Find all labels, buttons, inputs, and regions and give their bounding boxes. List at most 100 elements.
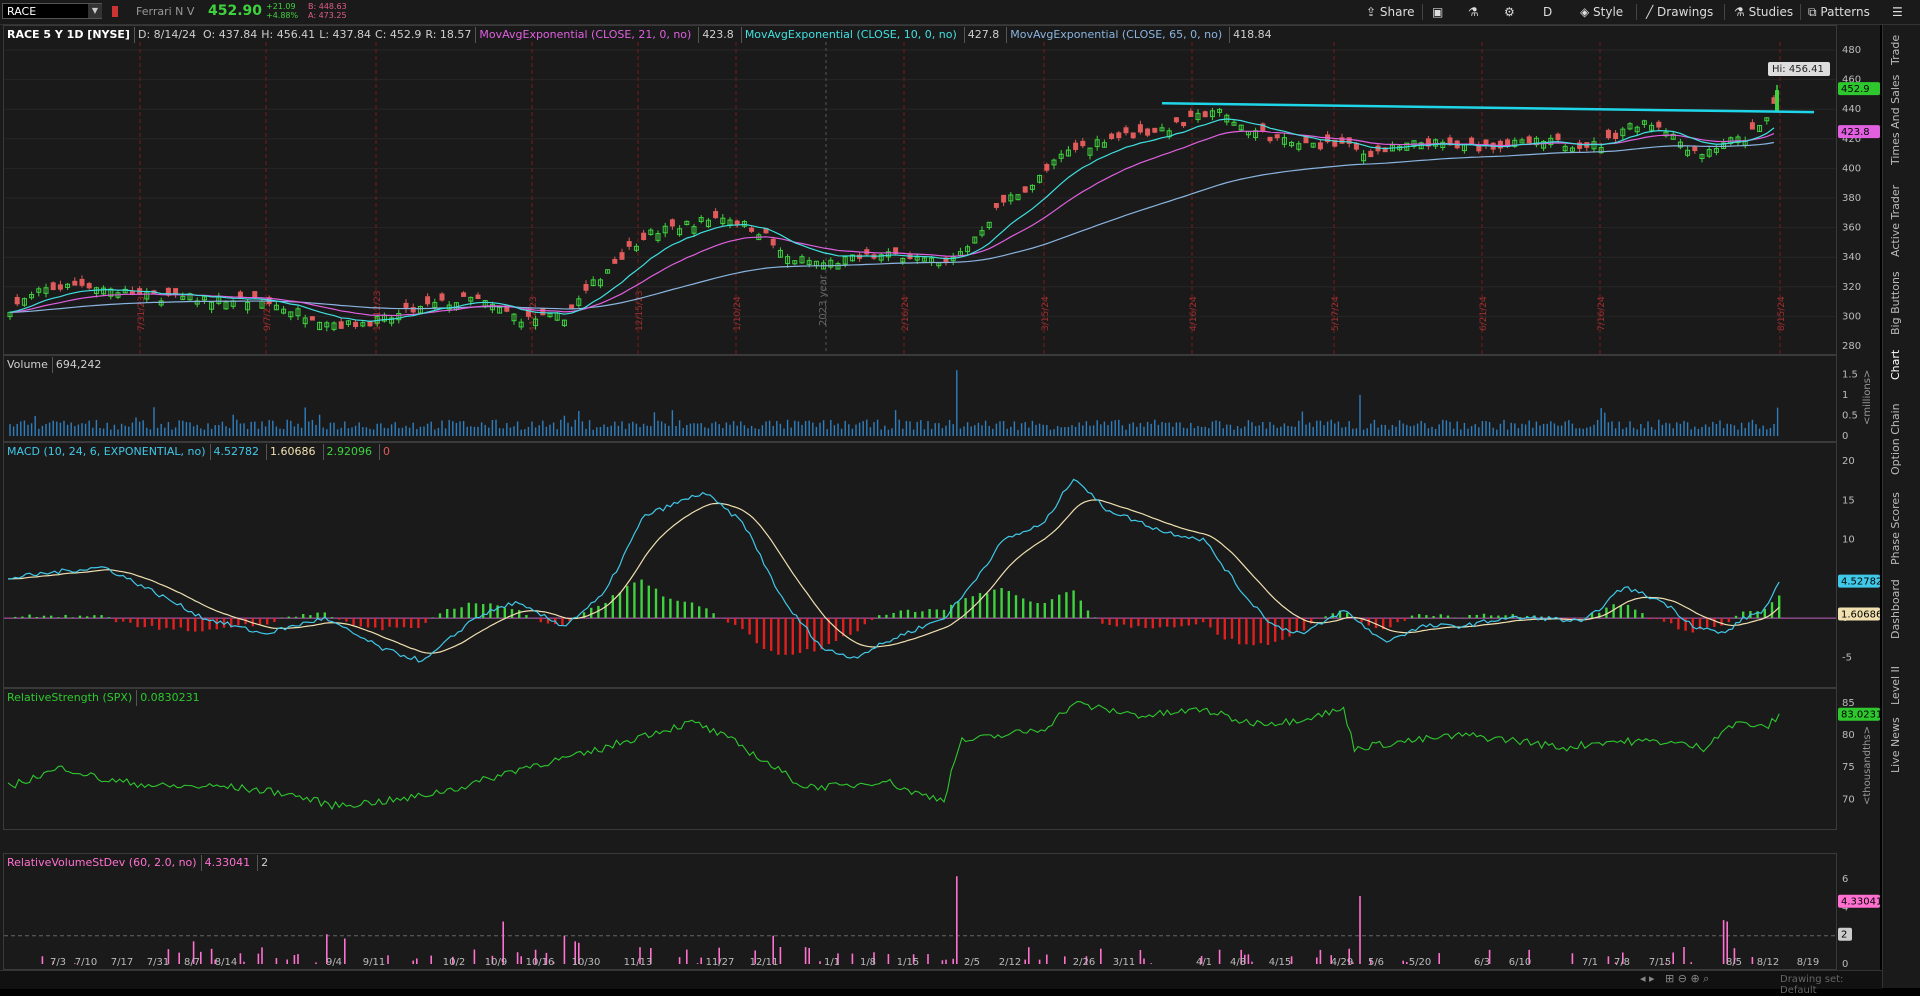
rv-axis-tick: 6: [1842, 874, 1848, 885]
x-axis-label: 4/8: [1230, 957, 1246, 968]
candle-body: [14, 296, 20, 305]
candle-body: [1073, 142, 1079, 150]
price-plot[interactable]: 7/31/23 9/7/23 10/12/23 11/2/23 12/15/23 1/10…: [4, 26, 1836, 354]
candle-body: [641, 232, 647, 241]
macd-axis-tick: 0: [1842, 613, 1848, 624]
right-nav-big-buttons[interactable]: Big Buttons: [1889, 271, 1902, 335]
candle-body: [1173, 117, 1179, 123]
price-axis-tick: 440: [1842, 104, 1861, 115]
x-axis-label: 9/11: [363, 957, 385, 968]
volume-axis-tick: 0: [1842, 431, 1848, 442]
x-axis-label: 5/20: [1409, 957, 1431, 968]
rs-axis-tick: 75: [1842, 762, 1855, 773]
right-nav-level-ii[interactable]: Level II: [1889, 666, 1902, 705]
price-axis-tick: 400: [1842, 163, 1861, 174]
price-panel[interactable]: RACE 5 Y 1D [NYSE] D: 8/14/24 O: 437.84 H: …: [3, 25, 1837, 355]
right-nav-dashboard[interactable]: Dashboard: [1889, 579, 1902, 639]
right-nav-trade[interactable]: Trade: [1889, 35, 1902, 65]
flask-icon[interactable]: ⚗: [1468, 3, 1479, 21]
x-axis-label: 1/1: [824, 957, 840, 968]
macd-panel[interactable]: MACD (10, 24, 6, EXPONENTIAL, no) 4.52782…: [3, 442, 1837, 688]
candle-body: [1188, 110, 1194, 117]
layout-icon[interactable]: ▣: [1432, 3, 1443, 21]
share-button[interactable]: ⇪ Share: [1366, 3, 1415, 21]
candle-body: [403, 302, 409, 310]
earnings-marker-label: 3/15/24: [1041, 296, 1051, 331]
candle-body: [309, 316, 315, 321]
rv-tag: 4.33041: [1841, 897, 1880, 908]
studies-label: Studies: [1748, 5, 1794, 19]
candle-body: [1145, 128, 1151, 136]
volume-axis-tick: 0.5: [1842, 410, 1858, 421]
rs-line: [7, 701, 1780, 811]
patterns-label: Patterns: [1820, 5, 1870, 19]
ma10-line: [9, 118, 1775, 323]
x-axis-label: 7/31: [147, 957, 169, 968]
volume-unit-label: <millions>: [1862, 370, 1873, 425]
candle-body: [173, 288, 179, 295]
studies-button[interactable]: ⚗ Studies: [1734, 3, 1793, 21]
candle-body: [1317, 142, 1323, 150]
drawings-button[interactable]: ╱ Drawings: [1646, 3, 1713, 21]
candle-body: [1476, 145, 1482, 152]
x-axis-label: 4/29: [1331, 957, 1353, 968]
bottom-nav-icons[interactable]: ◂ ▸ ⊞ ⊖ ⊕ ⌕: [1640, 972, 1709, 986]
drawing-set-label[interactable]: Drawing set: Default: [1780, 974, 1882, 996]
candle-body: [1613, 132, 1619, 140]
x-axis-label: 3/11: [1113, 957, 1135, 968]
right-nav-option-chain[interactable]: Option Chain: [1889, 403, 1902, 475]
candle-body: [86, 283, 92, 289]
x-axis-label: 1/8: [860, 957, 876, 968]
x-axis-label: 8/5: [1726, 957, 1742, 968]
price-change: +21.09 +4.88%: [266, 2, 298, 20]
x-axis-label: 4/1: [1196, 957, 1212, 968]
candle-body: [1605, 129, 1611, 139]
menu-icon[interactable]: ☰: [1892, 3, 1903, 21]
x-axis-label: 7/10: [75, 957, 97, 968]
rs-plot[interactable]: [4, 689, 1836, 829]
chart-area[interactable]: RACE 5 Y 1D [NYSE] D: 8/14/24 O: 437.84 H: …: [0, 25, 1880, 970]
candle-body: [770, 238, 776, 246]
right-nav-phase-scores[interactable]: Phase Scores: [1889, 492, 1902, 565]
candle-body: [72, 280, 78, 286]
right-nav-live-news[interactable]: Live News: [1889, 717, 1902, 773]
candle-body: [461, 292, 467, 297]
earnings-marker-label: 2/16/24: [901, 296, 911, 331]
right-nav-active-trader[interactable]: Active Trader: [1889, 185, 1902, 257]
right-nav-chart[interactable]: Chart: [1889, 350, 1902, 380]
candle-body: [1001, 194, 1007, 203]
macd-axis-tick: 10: [1842, 535, 1855, 546]
candle-body: [1137, 124, 1143, 133]
candle-body: [993, 203, 999, 208]
style-button[interactable]: ◈ Style: [1580, 3, 1623, 21]
x-axis: 7/3 7/10 7/17 7/31 8/7 8/14 9/4 9/11 10/2 10/9 10/…: [50, 957, 1819, 968]
x-axis-label: 9/4: [326, 957, 342, 968]
alert-flag-icon[interactable]: [112, 6, 118, 17]
earnings-marker-label: 12/15/23: [635, 291, 645, 331]
candle-body: [79, 278, 85, 286]
price-axis-tick: 320: [1842, 282, 1861, 293]
symbol-input[interactable]: RACE: [2, 3, 102, 19]
price-axis-tick: 420: [1842, 134, 1861, 145]
macd-plot[interactable]: [4, 443, 1836, 687]
x-axis-label: 8/12: [1757, 957, 1779, 968]
rs-panel[interactable]: RelativeStrength (SPX) 0.0830231: [3, 688, 1837, 830]
period-button[interactable]: D: [1543, 3, 1552, 21]
x-axis-label: 2/5: [964, 957, 980, 968]
candle-body: [1469, 137, 1475, 145]
price-axis-tick: 360: [1842, 223, 1861, 234]
right-nav-times-and-sales[interactable]: Times And Sales: [1889, 75, 1902, 165]
rs-tag-bg: [1838, 707, 1880, 721]
x-axis-label: 4/15: [1269, 957, 1291, 968]
x-axis-label: 11/13: [624, 957, 653, 968]
volume-panel[interactable]: Volume 694,242: [3, 355, 1837, 442]
gear-icon[interactable]: ⚙: [1504, 3, 1515, 21]
volume-plot[interactable]: [4, 356, 1836, 441]
rv-axis-tick: 0: [1842, 959, 1848, 970]
patterns-button[interactable]: ⧉ Patterns: [1808, 3, 1870, 21]
x-axis-label: 6/3: [1474, 957, 1490, 968]
x-axis-label: 10/16: [526, 957, 555, 968]
symbol-dropdown-icon[interactable]: ▼: [88, 4, 102, 18]
candle-body: [1181, 122, 1187, 127]
candle-body: [713, 211, 719, 219]
